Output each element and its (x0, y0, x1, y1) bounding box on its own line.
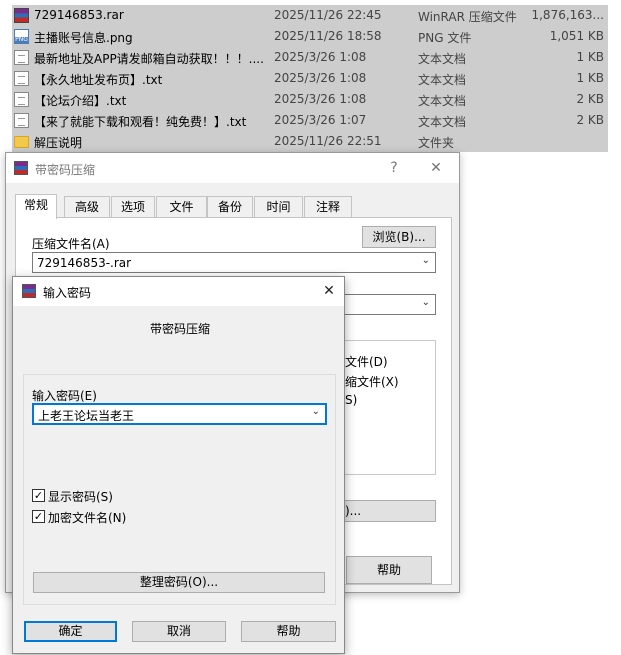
file-name: 【永久地址发布页】.txt (34, 73, 163, 87)
file-size: 1,051 KB (549, 29, 604, 43)
file-name: 【来了就能下载和观看！纯免费！】.txt (34, 115, 247, 129)
encrypt-names-checkbox[interactable]: ✓ (32, 510, 45, 523)
tab-advanced[interactable]: 高级 (64, 196, 110, 218)
tab-time[interactable]: 时间 (254, 196, 303, 218)
file-date: 2025/3/26 1:08 (274, 71, 367, 85)
enter-password-label: 输入密码(E) (32, 389, 97, 403)
rar-icon (14, 8, 29, 23)
file-name: 【论坛介绍】.txt (34, 94, 127, 108)
txt-icon (14, 50, 29, 65)
file-date: 2025/11/26 22:45 (274, 8, 382, 22)
file-date: 2025/11/26 18:58 (274, 29, 382, 43)
txt-icon (14, 92, 29, 107)
tab-options[interactable]: 选项 (111, 196, 155, 218)
file-size: 1,876,163... (531, 8, 604, 22)
file-name: 729146853.rar (34, 8, 124, 22)
chevron-down-icon: ⌄ (311, 406, 320, 417)
cancel-button[interactable]: 取消 (132, 621, 226, 642)
help-button[interactable]: 帮助 (241, 621, 336, 642)
archive-name-label: 压缩文件名(A) (32, 237, 110, 251)
file-size: 2 KB (576, 92, 604, 106)
show-password-label: 显示密码(S) (48, 490, 113, 504)
password-value: 上老王论坛当老王 (38, 409, 135, 423)
txt-icon (14, 71, 29, 86)
png-icon (14, 29, 29, 44)
chevron-down-icon: ⌄ (421, 297, 430, 308)
browse-button[interactable]: 浏览(B)... (362, 226, 436, 248)
encrypt-names-label: 加密文件名(N) (48, 511, 127, 525)
chevron-down-icon: ⌄ (421, 255, 430, 266)
file-date: 2025/3/26 1:08 (274, 50, 367, 64)
option-label-3: S) (345, 393, 358, 407)
archive-name-value: 729146853-.rar (37, 256, 132, 270)
file-date: 2025/3/26 1:08 (274, 92, 367, 106)
organize-passwords-button[interactable]: 整理密码(O)... (33, 572, 325, 593)
file-date: 2025/11/26 22:51 (274, 134, 382, 148)
file-name: 最新地址及APP请发邮箱自动获取！！！.... (34, 52, 264, 66)
option-label-1: 文件(D) (345, 355, 388, 369)
file-type: PNG 文件 (418, 31, 472, 45)
file-row[interactable]: 【永久地址发布页】.txt 2025/3/26 1:08 文本文档 1 KB (0, 68, 621, 89)
show-password-checkbox[interactable]: ✓ (32, 489, 45, 502)
ok-button[interactable]: 确定 (24, 621, 117, 642)
password-dialog: 输入密码 ✕ 带密码压缩 输入密码(E) 上老王论坛当老王 ⌄ ✓ 显示密码(S… (12, 276, 345, 654)
file-size: 2 KB (576, 113, 604, 127)
password-input[interactable]: 上老王论坛当老王 ⌄ (32, 403, 327, 425)
file-type: 文本文档 (418, 94, 467, 108)
archive-dialog-title: 带密码压缩 (35, 163, 96, 177)
password-dialog-heading: 带密码压缩 (150, 322, 211, 336)
folder-icon (14, 136, 29, 148)
password-dialog-title: 输入密码 (43, 286, 92, 300)
close-icon[interactable]: ✕ (425, 158, 447, 178)
file-size: 1 KB (576, 71, 604, 85)
file-row[interactable]: 主播账号信息.png 2025/11/26 18:58 PNG 文件 1,051 KB (0, 26, 621, 47)
file-row[interactable]: 729146853.rar 2025/11/26 22:45 WinRAR 压缩文件… (0, 5, 621, 26)
password-dialog-titlebar[interactable]: 输入密码 ✕ (13, 277, 344, 306)
file-type: 文本文档 (418, 73, 467, 87)
file-type: 文本文档 (418, 52, 467, 66)
tab-backup[interactable]: 备份 (207, 196, 253, 218)
option-label-2: 缩文件(X) (345, 375, 399, 389)
tab-files[interactable]: 文件 (156, 196, 207, 218)
close-icon[interactable]: ✕ (318, 281, 340, 301)
tab-comment[interactable]: 注释 (304, 196, 352, 218)
archive-name-combo[interactable]: 729146853-.rar ⌄ (32, 252, 436, 273)
file-row[interactable]: 【论坛介绍】.txt 2025/3/26 1:08 文本文档 2 KB (0, 89, 621, 110)
file-row[interactable]: 【来了就能下载和观看！纯免费！】.txt 2025/3/26 1:07 文本文档 2 … (0, 110, 621, 131)
file-name: 解压说明 (34, 136, 83, 150)
file-row[interactable]: 最新地址及APP请发邮箱自动获取！！！.... 2025/3/26 1:08 文本文… (0, 47, 621, 68)
tab-general[interactable]: 常规 (15, 194, 57, 219)
winrar-icon (22, 284, 36, 298)
file-type: WinRAR 压缩文件 (418, 10, 517, 24)
help-button[interactable]: 帮助 (346, 556, 432, 584)
file-date: 2025/3/26 1:07 (274, 113, 367, 127)
file-row[interactable]: 解压说明 2025/11/26 22:51 文件夹 (0, 131, 621, 152)
file-type: 文本文档 (418, 115, 467, 129)
file-name: 主播账号信息.png (34, 31, 133, 45)
file-type: 文件夹 (418, 136, 455, 150)
help-icon[interactable]: ? (383, 158, 405, 178)
archive-dialog-titlebar[interactable]: 带密码压缩 ? ✕ (6, 153, 459, 183)
file-size: 1 KB (576, 50, 604, 64)
txt-icon (14, 113, 29, 128)
winrar-icon (14, 161, 28, 175)
